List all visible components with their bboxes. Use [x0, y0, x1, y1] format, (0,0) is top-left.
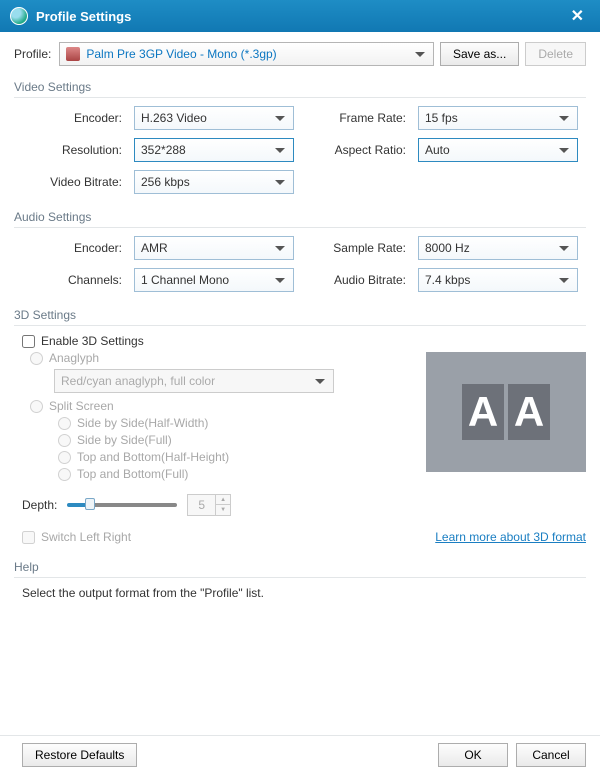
frame-rate-select[interactable]: 15 fps: [418, 106, 578, 130]
delete-button: Delete: [525, 42, 586, 66]
chevron-down-icon: [275, 246, 285, 251]
chevron-down-icon: [315, 379, 325, 384]
depth-spinner: 5 ▲▼: [187, 494, 231, 516]
video-settings-title: Video Settings: [14, 80, 586, 98]
ok-button[interactable]: OK: [438, 743, 508, 767]
aspect-ratio-select[interactable]: Auto: [418, 138, 578, 162]
spin-down-icon: ▼: [216, 505, 230, 515]
audio-encoder-label: Encoder:: [22, 241, 122, 255]
anaglyph-radio: [30, 352, 43, 365]
audio-settings-title: Audio Settings: [14, 210, 586, 228]
aspect-ratio-label: Aspect Ratio:: [306, 143, 406, 157]
sample-rate-label: Sample Rate:: [306, 241, 406, 255]
tb-full-radio: [58, 468, 71, 481]
profile-label: Profile:: [14, 47, 51, 61]
channels-select[interactable]: 1 Channel Mono: [134, 268, 294, 292]
switch-lr-checkbox: [22, 531, 35, 544]
split-screen-radio: [30, 400, 43, 413]
sample-rate-select[interactable]: 8000 Hz: [418, 236, 578, 260]
sbs-full-radio: [58, 434, 71, 447]
tb-half-radio: [58, 451, 71, 464]
3d-settings-title: 3D Settings: [14, 308, 586, 326]
profile-value: Palm Pre 3GP Video - Mono (*.3gp): [86, 47, 276, 61]
audio-bitrate-select[interactable]: 7.4 kbps: [418, 268, 578, 292]
video-bitrate-select[interactable]: 256 kbps: [134, 170, 294, 194]
chevron-down-icon: [559, 116, 569, 121]
chevron-down-icon: [559, 148, 569, 153]
help-text: Select the output format from the "Profi…: [22, 586, 586, 600]
app-icon: [10, 7, 28, 25]
chevron-down-icon: [559, 246, 569, 251]
sbs-half-radio: [58, 417, 71, 430]
enable-3d-checkbox[interactable]: [22, 335, 35, 348]
profile-select[interactable]: Palm Pre 3GP Video - Mono (*.3gp): [59, 42, 434, 66]
anaglyph-mode-select: Red/cyan anaglyph, full color: [54, 369, 334, 393]
chevron-down-icon: [559, 278, 569, 283]
close-icon[interactable]: ✕: [565, 6, 590, 26]
audio-encoder-select[interactable]: AMR: [134, 236, 294, 260]
3d-preview: AA: [426, 352, 586, 472]
slider-thumb[interactable]: [85, 498, 95, 510]
video-encoder-label: Encoder:: [22, 111, 122, 125]
depth-slider[interactable]: [67, 503, 177, 507]
window-title: Profile Settings: [36, 9, 131, 24]
profile-format-icon: [66, 47, 80, 61]
cancel-button[interactable]: Cancel: [516, 743, 586, 767]
frame-rate-label: Frame Rate:: [306, 111, 406, 125]
resolution-label: Resolution:: [22, 143, 122, 157]
chevron-down-icon: [415, 52, 425, 57]
chevron-down-icon: [275, 180, 285, 185]
help-title: Help: [14, 560, 586, 578]
video-bitrate-label: Video Bitrate:: [22, 175, 122, 189]
video-encoder-select[interactable]: H.263 Video: [134, 106, 294, 130]
depth-label: Depth:: [22, 498, 57, 512]
chevron-down-icon: [275, 278, 285, 283]
chevron-down-icon: [275, 148, 285, 153]
enable-3d-checkbox-row[interactable]: Enable 3D Settings: [22, 334, 586, 348]
resolution-select[interactable]: 352*288: [134, 138, 294, 162]
save-as-button[interactable]: Save as...: [440, 42, 519, 66]
channels-label: Channels:: [22, 273, 122, 287]
restore-defaults-button[interactable]: Restore Defaults: [22, 743, 137, 767]
learn-more-3d-link[interactable]: Learn more about 3D format: [435, 530, 586, 544]
spin-up-icon: ▲: [216, 495, 230, 505]
audio-bitrate-label: Audio Bitrate:: [306, 273, 406, 287]
title-bar: Profile Settings ✕: [0, 0, 600, 32]
chevron-down-icon: [275, 116, 285, 121]
